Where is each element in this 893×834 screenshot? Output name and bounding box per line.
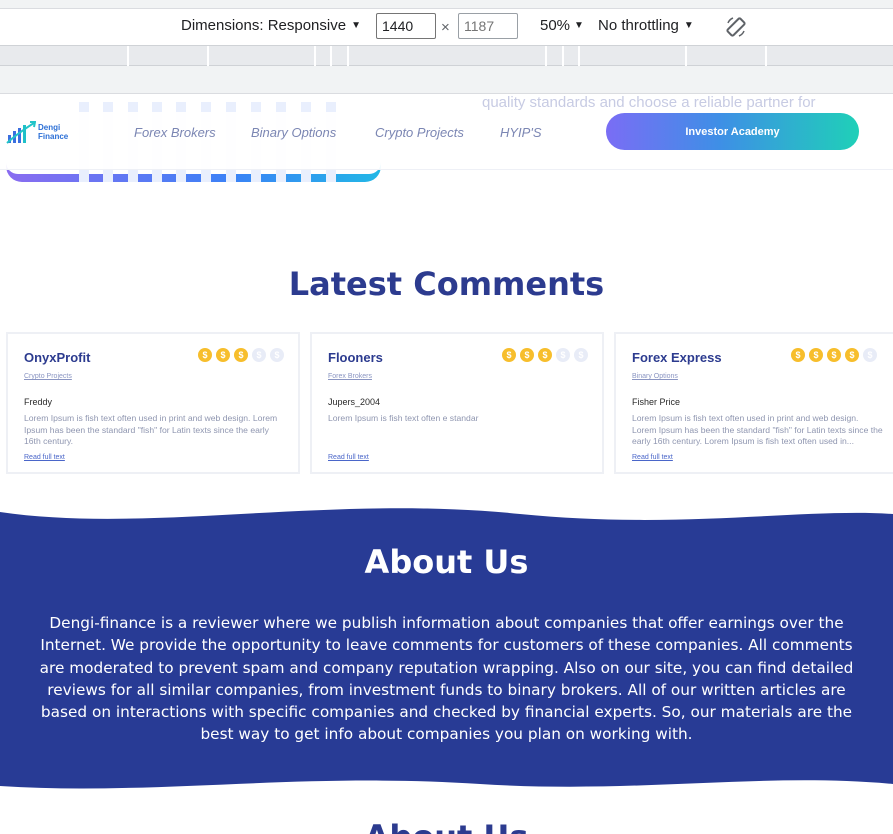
comment-card: OnyxProfit Crypto Projects $ $ $ $ $ Freddy …: [6, 332, 300, 474]
rating-coins: $ $ $ $ $: [198, 348, 284, 362]
logo-line-2: Finance: [38, 132, 69, 141]
dimensions-dropdown[interactable]: Dimensions: Responsive ▼: [181, 17, 361, 34]
nav-forex-brokers[interactable]: Forex Brokers: [134, 125, 216, 140]
height-input[interactable]: [458, 13, 518, 39]
dollar-coin-icon: $: [234, 348, 248, 362]
dollar-coin-icon: $: [270, 348, 284, 362]
rotate-icon[interactable]: [723, 14, 749, 40]
devtools-top-strip: [0, 0, 893, 9]
throttling-value: No throttling: [598, 17, 679, 34]
dollar-coin-icon: $: [252, 348, 266, 362]
card-category-link[interactable]: Crypto Projects: [24, 373, 72, 380]
read-full-text-link[interactable]: Read full text: [328, 454, 369, 461]
zoom-dropdown[interactable]: 50% ▼: [540, 17, 584, 34]
latest-comments-title: Latest Comments: [288, 265, 605, 303]
chevron-down-icon: ▼: [574, 20, 584, 31]
card-comment-text: Lorem Ipsum is fish text often used in p…: [632, 413, 883, 446]
pixel-ruler: [0, 66, 893, 94]
card-company-name[interactable]: Forex Express: [632, 350, 722, 365]
nav-binary-options[interactable]: Binary Options: [251, 125, 336, 140]
hero-faded-text: quality standards and choose a reliable …: [482, 94, 816, 111]
devtools-device-toolbar: Dimensions: Responsive ▼ × 50% ▼ No thro…: [0, 9, 893, 46]
dollar-coin-icon: $: [556, 348, 570, 362]
card-comment-text: Lorem Ipsum is fish text often e standar: [328, 413, 479, 423]
dollar-coin-icon: $: [538, 348, 552, 362]
throttling-dropdown[interactable]: No throttling ▼: [598, 17, 694, 34]
investor-academy-button[interactable]: Investor Academy: [606, 113, 859, 150]
card-author: Fisher Price: [632, 397, 681, 407]
dollar-coin-icon: $: [845, 348, 859, 362]
card-author: Jupers_2004: [328, 397, 381, 407]
logo-wordmark: Dengi Finance: [38, 123, 68, 141]
dollar-coin-icon: $: [198, 348, 212, 362]
dollar-coin-icon: $: [502, 348, 516, 362]
card-company-name[interactable]: Flooners: [328, 350, 383, 365]
about-us-text: Dengi-finance is a reviewer where we pub…: [39, 614, 854, 744]
dollar-coin-icon: $: [574, 348, 588, 362]
dollar-coin-icon: $: [827, 348, 841, 362]
dollar-coin-icon: $: [520, 348, 534, 362]
times-sign: ×: [441, 19, 450, 36]
read-full-text-link[interactable]: Read full text: [632, 454, 673, 461]
comment-card: Flooners Forex Brokers $ $ $ $ $ Jupers_2004…: [310, 332, 604, 474]
rating-coins: $ $ $ $ $: [791, 348, 877, 362]
read-full-text-link[interactable]: Read full text: [24, 454, 65, 461]
about-us-section: About Us Dengi-finance is a reviewer whe…: [0, 504, 893, 799]
logo-line-1: Dengi: [38, 123, 61, 132]
dollar-coin-icon: $: [216, 348, 230, 362]
dollar-coin-icon: $: [791, 348, 805, 362]
rating-coins: $ $ $ $ $: [502, 348, 588, 362]
dimensions-label: Dimensions: Responsive: [181, 17, 347, 34]
about-us-title: About Us: [364, 543, 529, 581]
dollar-coin-icon: $: [863, 348, 877, 362]
card-author: Freddy: [24, 397, 53, 407]
site-logo[interactable]: Dengi Finance: [6, 119, 68, 145]
card-category-link[interactable]: Forex Brokers: [328, 373, 372, 380]
chevron-down-icon: ▼: [683, 20, 694, 31]
comment-card: Forex Express Binary Options $ $ $ $ $ Fishe…: [614, 332, 893, 474]
nav-hyips[interactable]: HYIP'S: [500, 125, 542, 140]
bar-chart-logo-icon: [6, 121, 36, 144]
card-category-link[interactable]: Binary Options: [632, 373, 678, 380]
page-root: Dimensions: Responsive ▼ × 50% ▼ No thro…: [0, 0, 893, 834]
card-comment-text: Lorem Ipsum is fish text often used in p…: [24, 413, 278, 446]
nav-crypto-projects[interactable]: Crypto Projects: [375, 125, 464, 140]
zoom-value: 50%: [540, 17, 571, 34]
site-viewport: quality standards and choose a reliable …: [0, 94, 893, 834]
next-section-title: About Us: [0, 818, 893, 834]
site-header: Dengi Finance Forex Brokers Binary Optio…: [0, 112, 893, 170]
width-input[interactable]: [376, 13, 436, 39]
card-company-name[interactable]: OnyxProfit: [24, 350, 90, 365]
media-query-ruler: [0, 46, 893, 66]
dollar-coin-icon: $: [809, 348, 823, 362]
chevron-down-icon: ▼: [351, 20, 361, 31]
